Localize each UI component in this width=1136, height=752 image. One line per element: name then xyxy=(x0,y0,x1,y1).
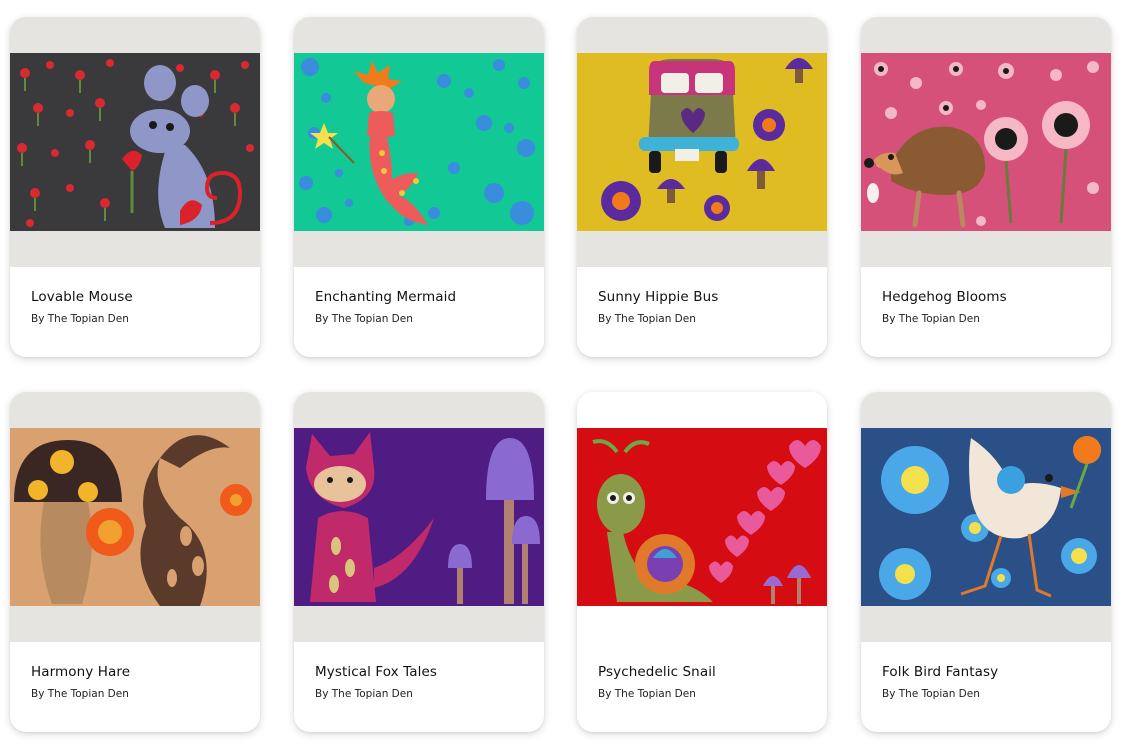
artwork-title[interactable]: Harmony Hare xyxy=(31,664,246,680)
artwork-thumbnail-frame xyxy=(577,392,827,642)
artwork-thumbnail[interactable] xyxy=(10,53,260,231)
hippie-bus-illustration xyxy=(577,53,827,231)
artwork-author: By The Topian Den xyxy=(31,688,129,700)
artwork-thumbnail[interactable] xyxy=(577,53,827,231)
artwork-title[interactable]: Psychedelic Snail xyxy=(598,664,813,680)
artwork-title[interactable]: Sunny Hippie Bus xyxy=(598,289,813,305)
fox-illustration xyxy=(294,428,544,606)
artwork-card-harmony-hare[interactable]: Harmony Hare By The Topian Den xyxy=(10,392,260,732)
artwork-author: By The Topian Den xyxy=(31,313,129,325)
artwork-title[interactable]: Enchanting Mermaid xyxy=(315,289,530,305)
bird-illustration xyxy=(861,428,1111,606)
artwork-thumbnail-frame xyxy=(10,392,260,642)
artwork-author: By The Topian Den xyxy=(598,688,696,700)
artwork-card-hedgehog-blooms[interactable]: Hedgehog Blooms By The Topian Den xyxy=(861,17,1111,357)
artwork-thumbnail[interactable] xyxy=(294,428,544,606)
artwork-thumbnail-frame xyxy=(577,17,827,267)
artwork-title[interactable]: Hedgehog Blooms xyxy=(882,289,1097,305)
artwork-card-sunny-hippie-bus[interactable]: Sunny Hippie Bus By The Topian Den xyxy=(577,17,827,357)
artwork-thumbnail[interactable] xyxy=(10,428,260,606)
artwork-thumbnail[interactable] xyxy=(861,53,1111,231)
snail-illustration xyxy=(577,428,827,606)
mermaid-illustration xyxy=(294,53,544,231)
artwork-thumbnail-frame xyxy=(294,17,544,267)
artwork-card-enchanting-mermaid[interactable]: Enchanting Mermaid By The Topian Den xyxy=(294,17,544,357)
mouse-illustration xyxy=(10,53,260,231)
artwork-title[interactable]: Folk Bird Fantasy xyxy=(882,664,1097,680)
hare-illustration xyxy=(10,428,260,606)
artwork-card-mystical-fox-tales[interactable]: Mystical Fox Tales By The Topian Den xyxy=(294,392,544,732)
artwork-author: By The Topian Den xyxy=(598,313,696,325)
artwork-author: By The Topian Den xyxy=(882,688,980,700)
artwork-thumbnail-frame xyxy=(294,392,544,642)
artwork-author: By The Topian Den xyxy=(315,313,413,325)
artwork-gallery-grid: Lovable Mouse By The Topian Den Enchanti… xyxy=(0,0,1136,752)
artwork-thumbnail[interactable] xyxy=(577,428,827,606)
artwork-title[interactable]: Mystical Fox Tales xyxy=(315,664,530,680)
artwork-thumbnail-frame xyxy=(861,17,1111,267)
artwork-thumbnail[interactable] xyxy=(294,53,544,231)
hedgehog-illustration xyxy=(861,53,1111,231)
artwork-card-folk-bird-fantasy[interactable]: Folk Bird Fantasy By The Topian Den xyxy=(861,392,1111,732)
artwork-thumbnail[interactable] xyxy=(861,428,1111,606)
artwork-card-psychedelic-snail[interactable]: Psychedelic Snail By The Topian Den xyxy=(577,392,827,732)
artwork-thumbnail-frame xyxy=(861,392,1111,642)
artwork-title[interactable]: Lovable Mouse xyxy=(31,289,246,305)
artwork-card-lovable-mouse[interactable]: Lovable Mouse By The Topian Den xyxy=(10,17,260,357)
artwork-thumbnail-frame xyxy=(10,17,260,267)
artwork-author: By The Topian Den xyxy=(882,313,980,325)
artwork-author: By The Topian Den xyxy=(315,688,413,700)
